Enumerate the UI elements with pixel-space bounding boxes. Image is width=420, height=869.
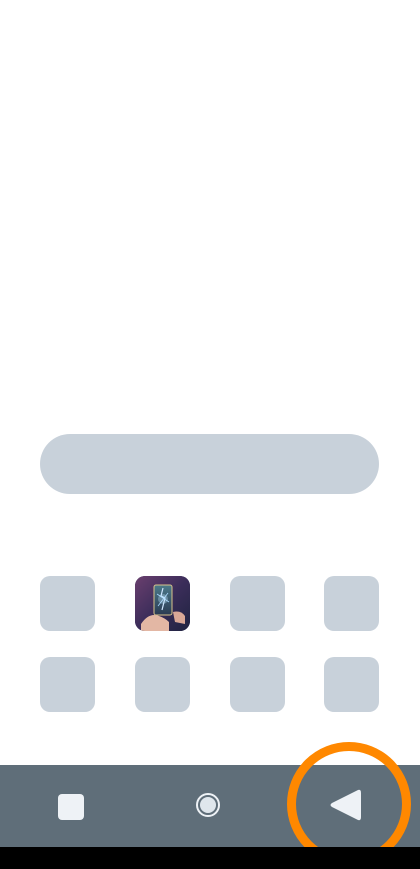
- app-icon-1[interactable]: [40, 576, 95, 631]
- app-icon-8[interactable]: [324, 657, 379, 712]
- app-icon-7[interactable]: [230, 657, 285, 712]
- app-icon-5[interactable]: [40, 657, 95, 712]
- back-triangle-icon: [330, 789, 361, 821]
- search-bar[interactable]: [40, 434, 379, 494]
- app-icon-6[interactable]: [135, 657, 190, 712]
- magic-card-app-icon[interactable]: [135, 576, 190, 631]
- home-button[interactable]: [196, 793, 220, 817]
- app-icon-3[interactable]: [230, 576, 285, 631]
- bottom-bezel: [0, 847, 420, 869]
- recents-button[interactable]: [58, 794, 84, 820]
- magic-card-icon: [135, 576, 190, 631]
- back-button[interactable]: [326, 786, 364, 824]
- phone-screen: [0, 0, 420, 869]
- app-icon-4[interactable]: [324, 576, 379, 631]
